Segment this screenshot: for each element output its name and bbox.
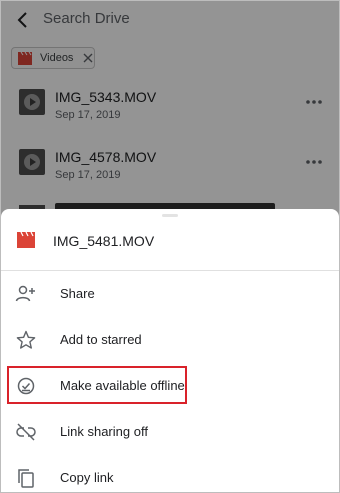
menu-item-label: Share [60,286,95,301]
menu-item-link-sharing-off[interactable]: Link sharing off [1,409,339,455]
menu-item-label: Copy link [60,470,114,485]
sheet-file-name: IMG_5481.MOV [53,233,155,249]
add-person-icon [15,285,35,302]
drag-handle[interactable] [162,214,178,217]
menu-item-label: Link sharing off [60,424,148,439]
copy-icon [18,469,34,488]
menu-item-add-to-starred[interactable]: Add to starred [1,317,339,363]
highlight-annotation [7,366,187,404]
clapperboard-icon [17,232,35,248]
app-frame: Search Drive Videos IMG_5343.MOV Sep 17,… [0,0,340,493]
menu-item-share[interactable]: Share [1,271,339,317]
menu-item-label: Add to starred [60,332,142,347]
link-off-icon [16,423,36,441]
sheet-header: IMG_5481.MOV [1,219,339,269]
menu-item-copy-link[interactable]: Copy link [1,455,339,492]
star-icon [16,330,36,349]
file-actions-sheet: IMG_5481.MOV Share Add to starred Make a… [1,209,339,492]
